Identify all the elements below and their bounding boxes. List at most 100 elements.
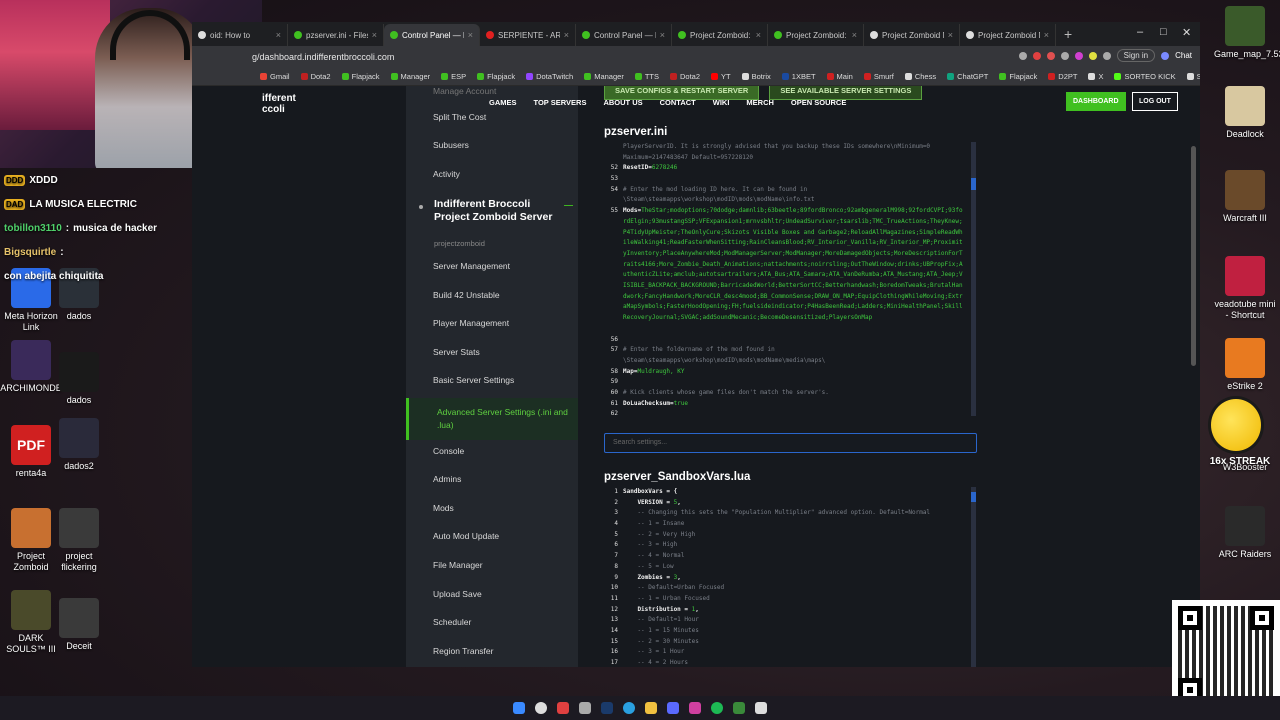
sidebar-item[interactable]: Manage Account	[433, 86, 496, 96]
minimize-icon[interactable]: –	[1137, 26, 1143, 38]
bookmark[interactable]: Dota2	[300, 72, 331, 81]
app-icon[interactable]	[689, 702, 701, 714]
sidebar-item[interactable]: Advanced Server Settings (.ini and .lua)	[406, 398, 578, 440]
discord-icon[interactable]	[667, 702, 679, 714]
bookmark[interactable]: Manager	[584, 72, 624, 81]
sidebar-item[interactable]: Upload Save	[433, 589, 482, 599]
search-settings-input[interactable]: Search settings...	[604, 433, 977, 453]
bookmark[interactable]: ChatGPT	[947, 72, 988, 81]
extension-icon[interactable]	[1088, 51, 1097, 60]
bookmark[interactable]: D2PT	[1048, 72, 1077, 81]
close-tab-icon[interactable]: ×	[468, 30, 473, 40]
url-field[interactable]: g/dashboard.indifferentbroccoli.com	[252, 52, 394, 62]
site-logo[interactable]: ifferent ccoli	[262, 93, 296, 115]
sidebar-item[interactable]: Admins	[433, 474, 461, 484]
bookmark[interactable]: Dota2	[670, 72, 700, 81]
edge-icon[interactable]	[623, 702, 635, 714]
bookmark[interactable]: YT	[711, 72, 731, 81]
bookmark[interactable]: Flapjack	[477, 72, 515, 81]
star-icon[interactable]	[1060, 51, 1069, 60]
bookmark[interactable]: X	[1088, 72, 1103, 81]
close-icon[interactable]: ✕	[1182, 26, 1191, 39]
bookmark[interactable]: Gmail	[260, 72, 290, 81]
bookmark[interactable]: SORTEO KICK	[1114, 72, 1176, 81]
extension-icon[interactable]	[1046, 51, 1055, 60]
sidebar-item[interactable]: File Manager	[433, 560, 483, 570]
puzzle-icon[interactable]	[1102, 51, 1111, 60]
dashboard-button[interactable]: DASHBOARD	[1066, 92, 1126, 111]
maximize-icon[interactable]: □	[1160, 26, 1167, 38]
page-scrollbar[interactable]	[1191, 86, 1196, 667]
sidebar-item[interactable]: Server Stats	[433, 347, 480, 357]
zoom-icon[interactable]	[1018, 51, 1027, 60]
desktop-icon[interactable]: Warcraft III	[1214, 170, 1276, 224]
sidebar-item[interactable]: Subusers	[433, 140, 469, 150]
sidebar-item[interactable]: Region Transfer	[433, 646, 493, 656]
browser-tab[interactable]: Project Zomboid: How to ×	[768, 24, 864, 46]
bookmark[interactable]: Manager	[390, 72, 430, 81]
bookmark[interactable]: Flapjack	[341, 72, 380, 81]
app-icon[interactable]	[733, 702, 745, 714]
bookmark[interactable]: DotaTwitch	[526, 72, 573, 81]
bookmark[interactable]: STEAM ID	[1186, 72, 1200, 81]
desktop-icon[interactable]: Game_map_7.53	[1214, 6, 1280, 60]
browser-tab[interactable]: Project Zomboid Mod Id ×	[864, 24, 960, 46]
spotify-icon[interactable]	[711, 702, 723, 714]
sign-in-button[interactable]: Sign in	[1116, 49, 1156, 62]
desktop-icon[interactable]: veadotube mini - Shortcut	[1214, 256, 1276, 321]
bookmark[interactable]: TTS	[634, 72, 659, 81]
desktop-icon[interactable]: project flickering	[48, 508, 110, 573]
bookmark[interactable]: Flapjack	[999, 72, 1037, 81]
browser-tab[interactable]: Project Zomboid Mod Id ×	[960, 24, 1056, 46]
desktop-icon[interactable]: dados2	[48, 418, 110, 472]
nav-link[interactable]: GAMES	[489, 98, 517, 107]
sidebar-item[interactable]: Activity	[433, 169, 460, 179]
sidebar-item[interactable]: Auto Mod Update	[433, 531, 499, 541]
chat-button[interactable]: Chat	[1175, 51, 1192, 60]
lua-editor[interactable]: 1 SandboxVars = {2 VERSION = 5, 3 -- Chang…	[604, 487, 976, 667]
sidebar-item[interactable]: Mods	[433, 503, 454, 513]
close-tab-icon[interactable]: ×	[372, 30, 377, 40]
extension-icon[interactable]	[1074, 51, 1083, 60]
bookmark[interactable]: Main	[826, 72, 853, 81]
close-tab-icon[interactable]: ×	[852, 30, 857, 40]
close-tab-icon[interactable]: ×	[948, 30, 953, 40]
browser-tab[interactable]: pzserver.ini - Files - Indiff ×	[288, 24, 384, 46]
logout-button[interactable]: LOG OUT	[1132, 92, 1178, 111]
folder-icon[interactable]	[645, 702, 657, 714]
search-icon[interactable]	[535, 702, 547, 714]
desktop-icon[interactable]: ARC Raiders	[1214, 506, 1276, 560]
browser-tab[interactable]: Control Panel — Indifferen ×	[384, 24, 480, 46]
app-icon[interactable]	[579, 702, 591, 714]
nav-link[interactable]: TOP SERVERS	[534, 98, 587, 107]
copilot-icon[interactable]	[1161, 51, 1170, 60]
sidebar-item[interactable]: Basic Server Settings	[433, 375, 514, 385]
bookmark[interactable]: 1XBET	[781, 72, 816, 81]
sidebar-item[interactable]: Player Management	[433, 318, 509, 328]
start-icon[interactable]	[513, 702, 525, 714]
desktop-icon[interactable]: Deceit	[48, 598, 110, 652]
sidebar-item[interactable]: Split The Cost	[433, 112, 486, 122]
new-tab-button[interactable]: +	[1056, 24, 1080, 46]
sidebar-item[interactable]: Build 42 Unstable	[433, 290, 500, 300]
close-tab-icon[interactable]: ×	[1044, 30, 1049, 40]
browser-tab[interactable]: Project Zomboid: How to ×	[672, 24, 768, 46]
app-icon[interactable]	[755, 702, 767, 714]
close-tab-icon[interactable]: ×	[756, 30, 761, 40]
app-icon[interactable]	[557, 702, 569, 714]
browser-tab[interactable]: SERPIENTE - ARMON ×	[480, 24, 576, 46]
desktop-icon[interactable]: Deadlock	[1214, 86, 1276, 140]
ini-editor[interactable]: PlayerServerID. It is strongly advised t…	[604, 142, 976, 416]
close-tab-icon[interactable]: ×	[660, 30, 665, 40]
bookmark[interactable]: ESP	[441, 72, 466, 81]
bookmark[interactable]: Chess	[904, 72, 936, 81]
bookmark[interactable]: Smurf	[863, 72, 894, 81]
browser-tab[interactable]: oid: How to ×	[192, 24, 288, 46]
bookmark[interactable]: Botrix	[741, 72, 771, 81]
extension-icon[interactable]	[1032, 51, 1041, 60]
collapse-icon[interactable]: —	[564, 200, 573, 210]
close-tab-icon[interactable]: ×	[276, 30, 281, 40]
sidebar-item[interactable]: Console	[433, 446, 464, 456]
sidebar-item[interactable]: Server Management	[433, 261, 510, 271]
desktop-icon[interactable]: dados	[48, 352, 110, 406]
